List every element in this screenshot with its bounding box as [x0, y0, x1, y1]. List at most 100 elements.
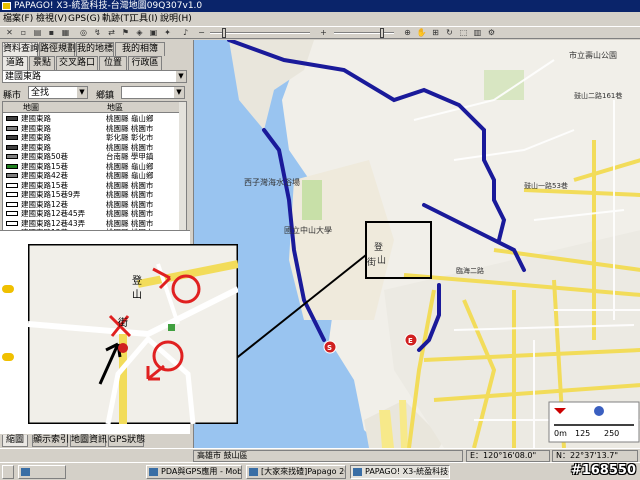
result-region: 桃園縣 龜山鄉 [106, 114, 154, 123]
tab-index[interactable]: 顯示索引 [32, 435, 69, 447]
county-label: 縣市 [3, 91, 22, 101]
layers-icon[interactable]: ▥ [472, 28, 483, 38]
label-shan: 山 [377, 255, 386, 266]
road-swatch-icon [6, 163, 18, 169]
tab-poi[interactable]: 景點 [29, 56, 55, 70]
inset-label-deng: 登 [132, 274, 142, 287]
zoom-plus-icon[interactable]: ⊕ [402, 28, 413, 38]
park-area [302, 180, 322, 220]
list-item[interactable]: 建國東路 桃園縣 桃園市 [3, 124, 181, 134]
chevron-down-icon[interactable]: ▼ [77, 87, 87, 98]
photo-icon[interactable]: ▣ [148, 28, 159, 38]
speaker-icon[interactable]: ♪ [180, 28, 191, 38]
taskbar: PDA與GPS應用 - Mobile... [大家來找碴]Papago 200.… [0, 462, 640, 480]
inset-label-jie: 街 [118, 316, 128, 329]
tab-intersection[interactable]: 交叉路口 [56, 56, 98, 70]
tab-road[interactable]: 道路 [2, 56, 28, 70]
menu-gps[interactable]: GPS(G) [68, 12, 100, 26]
map-drawing: S E 西子灣海水浴場 國立中山大學 市立壽山公園 鼓山二路161巷 鼓山一路5… [194, 40, 640, 448]
label-gushan2: 鼓山二路161巷 [574, 91, 622, 100]
tab-data-query[interactable]: 資料查詢 [2, 42, 39, 56]
menu-tools[interactable]: 工具(I) [130, 12, 158, 26]
menu-help[interactable]: 說明(H) [160, 12, 192, 26]
list-item[interactable]: 建國東路12巷43弄 桃園縣 桃園市 [3, 219, 181, 229]
list-item[interactable]: 建國東路 桃園縣 桃園市 [3, 143, 181, 153]
list-item[interactable]: 建國東路42巷 桃園縣 龜山鄉 [3, 171, 181, 181]
list-item[interactable]: 建國東路15巷 桃園縣 桃園市 [3, 181, 181, 191]
tab-route-plan[interactable]: 路徑規劃 [39, 42, 76, 56]
menu-track[interactable]: 軌跡(T) [102, 12, 133, 26]
result-name: 建國東路42巷 [21, 171, 69, 180]
tab-location[interactable]: 位置 [99, 56, 127, 70]
volume-slider-thumb[interactable] [222, 28, 226, 38]
route-icon[interactable]: ⇄ [106, 28, 117, 38]
track-icon[interactable]: ↯ [92, 28, 103, 38]
township-label: 鄉鎮 [96, 91, 115, 101]
tab-my-landmarks[interactable]: 我的地標 [76, 42, 114, 56]
tab-my-album[interactable]: 我的相簿 [115, 42, 165, 56]
column-header-map[interactable]: 地圖 [23, 102, 39, 113]
zoom-slider-thumb[interactable] [380, 28, 384, 38]
bookmark-icon[interactable]: ◈ [134, 28, 145, 38]
township-select[interactable]: ▼ [121, 86, 185, 99]
list-item[interactable]: 建國東路50巷 台南縣 學甲鎮 [3, 152, 181, 162]
weather-sun-icon [2, 353, 14, 361]
road-swatch-icon [6, 201, 18, 207]
close-icon[interactable]: ✕ [4, 28, 15, 38]
compass-icon[interactable] [594, 406, 604, 416]
measure-icon[interactable]: ⊞ [430, 28, 441, 38]
taskbar-item-4[interactable]: PAPAGO! X3-統盈科技-... [350, 465, 450, 479]
tab-district[interactable]: 行政區 [128, 56, 162, 70]
result-region: 桃園縣 桃園市 [106, 190, 154, 199]
status-bar: 高雄市 鼓山區 E：120°16'08.0" N：22°37'13.7" [0, 448, 640, 462]
zoom-out-icon[interactable]: − [196, 28, 207, 38]
view-3d-icon[interactable]: ⬚ [458, 28, 469, 38]
list-item[interactable]: 建國東路15巷9弄 桃園縣 桃園市 [3, 190, 181, 200]
road-swatch-icon [6, 192, 18, 197]
flag-icon[interactable]: ⚑ [120, 28, 131, 38]
pan-hand-icon[interactable]: ✋ [416, 28, 427, 38]
tab-gps-status[interactable]: GPS狀態 [108, 435, 145, 447]
scale-label-250: 250 [604, 429, 619, 438]
menu-file[interactable]: 檔案(F) [3, 12, 33, 26]
result-name: 建國東路15巷 [21, 180, 69, 190]
tab-thumbnail[interactable]: 縮圖 [2, 435, 28, 447]
result-region: 桃園縣 龜山鄉 [106, 161, 154, 171]
zoom-in-icon[interactable]: + [318, 28, 329, 38]
settings-icon[interactable]: ⚙ [486, 28, 497, 38]
open-icon[interactable]: ▤ [32, 28, 43, 38]
taskbar-item-3[interactable]: [大家來找碴]Papago 200... [246, 465, 346, 479]
chevron-down-icon[interactable]: ▼ [176, 71, 186, 82]
road-search-value: 建國東路 [5, 72, 42, 82]
menu-view[interactable]: 檢視(V) [36, 12, 67, 26]
list-item[interactable]: 建國東路12巷45弄 桃園縣 桃園市 [3, 209, 181, 219]
list-item[interactable]: 建國東路 彰化縣 彰化市 [3, 133, 181, 143]
gps-icon[interactable]: ◎ [78, 28, 89, 38]
map-canvas[interactable]: S E 西子灣海水浴場 國立中山大學 市立壽山公園 鼓山二路161巷 鼓山一路5… [193, 40, 640, 448]
poi-marker-icon [118, 343, 128, 353]
save-icon[interactable]: ▪ [46, 28, 57, 38]
tab-map-info[interactable]: 地圖資訊 [70, 435, 107, 447]
zoom-slider-track[interactable] [334, 32, 394, 34]
window-icon [249, 468, 258, 476]
print-icon[interactable]: ▦ [60, 28, 71, 38]
road-swatch-icon [6, 173, 18, 178]
column-header-region[interactable]: 地區 [107, 102, 123, 113]
result-region: 桃園縣 桃園市 [106, 142, 154, 152]
rotate-icon[interactable]: ↻ [444, 28, 455, 38]
list-item[interactable]: 建國東路12巷 桃園縣 桃園市 [3, 200, 181, 210]
compass-icon[interactable]: ✦ [162, 28, 173, 38]
taskbar-item-1[interactable] [18, 465, 66, 479]
new-icon[interactable]: ▫ [18, 28, 29, 38]
chevron-down-icon[interactable]: ▼ [174, 87, 184, 98]
county-select[interactable]: 全找 ▼ [28, 86, 88, 99]
start-button[interactable] [2, 465, 14, 479]
result-name: 建國東路 [21, 133, 51, 142]
taskbar-item-2[interactable]: PDA與GPS應用 - Mobile... [146, 465, 242, 479]
list-item[interactable]: 建國東路 桃園縣 龜山鄉 [3, 114, 181, 124]
result-name: 建國東路12巷43弄 [21, 218, 86, 228]
road-search-combobox[interactable]: 建國東路 ▼ [2, 70, 187, 83]
list-item[interactable]: 建國東路15巷 桃園縣 龜山鄉 [3, 162, 181, 172]
road-swatch-icon [6, 182, 18, 188]
road-swatch-icon [6, 154, 18, 159]
